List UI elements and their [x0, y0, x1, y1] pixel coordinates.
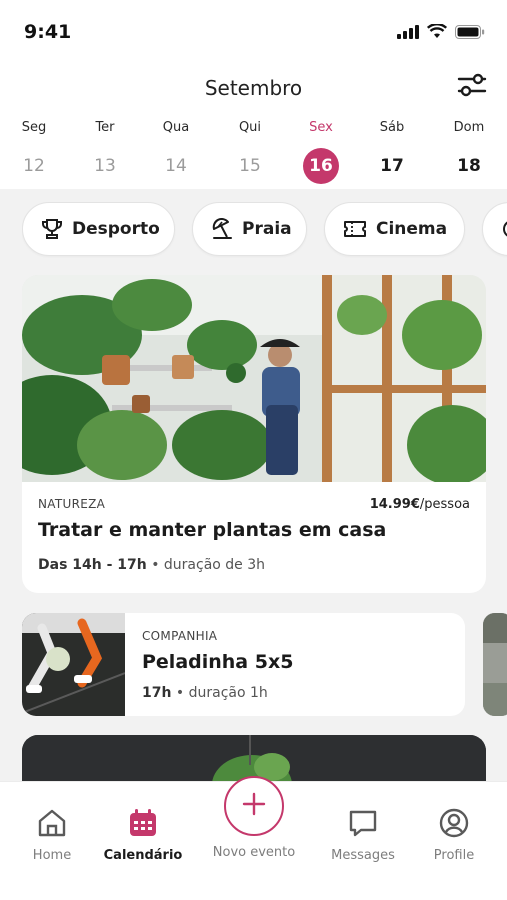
- month-title: Setembro: [204, 76, 303, 100]
- status-bar: 9:41: [0, 0, 507, 62]
- day-monday[interactable]: Seg 12: [4, 120, 64, 184]
- day-friday-selected[interactable]: Sex 16: [291, 120, 351, 184]
- category-icon: [501, 218, 507, 240]
- plus-icon: [241, 791, 267, 821]
- day-number: 17: [380, 156, 404, 176]
- event-card-third[interactable]: [22, 735, 486, 781]
- event-card-body: NATUREZA 14.99€/pessoa Tratar e manter p…: [38, 497, 470, 573]
- chip-desporto[interactable]: Desporto: [22, 202, 175, 256]
- tab-messages[interactable]: Messages: [318, 806, 408, 863]
- tab-label: Calendário: [103, 848, 183, 863]
- day-number: 13: [94, 156, 116, 176]
- day-name: Qui: [238, 120, 262, 135]
- event-card-next-peek[interactable]: [483, 613, 507, 716]
- calendar-icon: [98, 806, 188, 840]
- price-value: 14.99€: [369, 497, 420, 512]
- day-name: Ter: [95, 120, 115, 135]
- trophy-icon: [41, 218, 63, 240]
- wifi-icon: [426, 23, 448, 43]
- event-time: Das 14h - 17h: [38, 557, 147, 573]
- event-card-featured[interactable]: NATUREZA 14.99€/pessoa Tratar e manter p…: [22, 275, 486, 593]
- chip-more[interactable]: [482, 202, 507, 256]
- event-card-peladinha[interactable]: COMPANHIA Peladinha 5x5 17h • duração 1h: [22, 613, 465, 716]
- status-icons: [397, 23, 485, 43]
- chip-label: Praia: [242, 219, 292, 239]
- event-photo-plants: [22, 275, 486, 485]
- sliders-icon: [457, 73, 487, 101]
- day-number: 12: [23, 156, 45, 176]
- event-photo-football: [22, 613, 126, 716]
- battery-icon: [455, 24, 485, 43]
- ticket-icon: [343, 219, 367, 239]
- day-name: Sáb: [379, 120, 405, 135]
- filter-button[interactable]: [455, 72, 489, 102]
- chip-label: Cinema: [376, 219, 448, 239]
- day-number: 18: [457, 156, 481, 176]
- day-wednesday[interactable]: Qua 14: [146, 120, 206, 184]
- event-duration: duração de 3h: [163, 557, 266, 573]
- week-day-strip: Seg 12 Ter 13 Qua 14 Qui 15 Sex 16 Sáb 1…: [0, 120, 507, 186]
- tab-profile[interactable]: Profile: [409, 806, 499, 863]
- event-card-body: COMPANHIA Peladinha 5x5 17h • duração 1h: [142, 629, 293, 701]
- event-duration: duração 1h: [188, 685, 268, 701]
- tab-label: Messages: [331, 848, 395, 863]
- signal-icon: [397, 24, 419, 43]
- event-title: Tratar e manter plantas em casa: [38, 519, 387, 541]
- event-schedule: 17h • duração 1h: [142, 685, 293, 701]
- day-name: Dom: [453, 120, 485, 135]
- status-time: 9:41: [24, 21, 72, 43]
- beach-umbrella-icon: [211, 218, 233, 240]
- new-event-button[interactable]: [224, 776, 284, 836]
- category-chips[interactable]: Desporto Praia Cinema: [22, 202, 507, 258]
- day-thursday[interactable]: Qui 15: [220, 120, 280, 184]
- day-tuesday[interactable]: Ter 13: [75, 120, 135, 184]
- events-content[interactable]: Desporto Praia Cinema NATUREZA 14.99€/pe…: [0, 189, 507, 781]
- meta-separator: •: [175, 685, 185, 701]
- price-unit: /pessoa: [419, 497, 470, 512]
- meta-separator: •: [151, 557, 160, 573]
- chat-bubble-icon: [318, 806, 408, 840]
- user-circle-icon: [409, 806, 499, 840]
- event-category: COMPANHIA: [142, 629, 218, 643]
- event-schedule: Das 14h - 17h • duração de 3h: [38, 557, 470, 573]
- day-sunday[interactable]: Dom 18: [439, 120, 499, 184]
- day-number: 16: [303, 148, 339, 184]
- calendar-header: Setembro Seg 12 Ter 13 Qua 14 Qui 15 Sex…: [0, 62, 507, 189]
- home-icon: [7, 806, 97, 840]
- tab-home[interactable]: Home: [7, 806, 97, 863]
- tab-calendar[interactable]: Calendário: [98, 806, 188, 863]
- chip-praia[interactable]: Praia: [192, 202, 307, 256]
- day-saturday[interactable]: Sáb 17: [362, 120, 422, 184]
- tab-label: Home: [32, 848, 72, 863]
- day-number: 14: [165, 156, 187, 176]
- bottom-tab-bar: Home Calendário Novo evento Messages Pro…: [0, 776, 507, 900]
- event-time: 17h: [142, 685, 172, 701]
- day-name: Seg: [21, 120, 47, 135]
- day-number: 15: [239, 156, 261, 176]
- new-event-label: Novo evento: [212, 845, 296, 860]
- event-title: Peladinha 5x5: [142, 651, 294, 673]
- tab-label: Profile: [433, 848, 475, 863]
- chip-cinema[interactable]: Cinema: [324, 202, 465, 256]
- chip-label: Desporto: [72, 219, 160, 239]
- event-price: 14.99€/pessoa: [370, 497, 470, 512]
- day-name: Sex: [309, 120, 333, 135]
- day-name: Qua: [162, 120, 190, 135]
